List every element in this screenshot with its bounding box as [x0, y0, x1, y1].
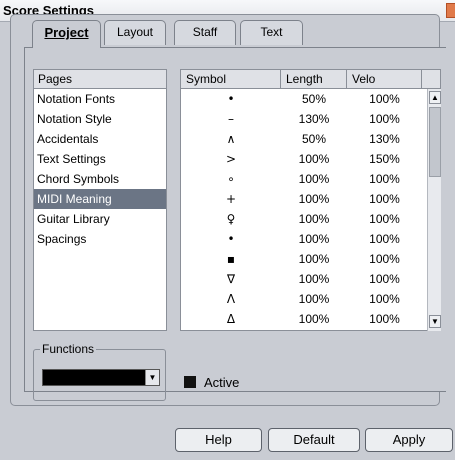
tab-staff-label: Staff	[192, 25, 218, 39]
close-icon[interactable]	[446, 3, 455, 18]
length-cell[interactable]: 50%	[281, 129, 347, 149]
table-scrollbar[interactable]: ▲ ▼	[427, 89, 441, 331]
velo-cell[interactable]: 130%	[347, 129, 422, 149]
tab-project-label: Project	[44, 25, 89, 40]
velo-cell[interactable]: 100%	[347, 269, 422, 289]
length-cell[interactable]: 100%	[281, 309, 347, 329]
pages-item-guitar-library[interactable]: Guitar Library	[34, 209, 166, 229]
column-header-velo[interactable]: Velo	[347, 70, 422, 88]
velo-cell[interactable]: 100%	[347, 89, 422, 109]
pages-item-text-settings[interactable]: Text Settings	[34, 149, 166, 169]
symbol-cell: ∧	[226, 132, 236, 146]
table-row[interactable]: >100% 150%	[181, 149, 440, 169]
table-row[interactable]: Δ 100% 100%	[181, 309, 440, 329]
help-button[interactable]: Help	[175, 428, 262, 452]
pages-item-midi-meaning[interactable]: MIDI Meaning	[34, 189, 166, 209]
velo-cell[interactable]: 100%	[347, 209, 422, 229]
velo-cell[interactable]: 100%	[347, 309, 422, 329]
table-row[interactable]: ∘ 100% 100%	[181, 169, 440, 189]
length-cell[interactable]: 100%	[281, 189, 347, 209]
symbol-cell: Λ	[226, 292, 236, 306]
symbol-cell: •	[227, 92, 235, 106]
velo-cell[interactable]: 100%	[347, 109, 422, 129]
pages-item-spacings[interactable]: Spacings	[34, 229, 166, 249]
tab-staff[interactable]: Staff	[174, 20, 236, 45]
velo-cell[interactable]: 100%	[347, 249, 422, 269]
functions-dropdown[interactable]: ▼	[42, 369, 160, 386]
symbol-cell: Δ	[226, 312, 236, 326]
symbol-cell: ∇	[226, 272, 236, 286]
length-cell[interactable]: 100%	[281, 249, 347, 269]
default-button[interactable]: Default	[268, 428, 360, 452]
length-cell[interactable]: 100%	[281, 169, 347, 189]
scroll-down-arrow-icon[interactable]: ▼	[429, 315, 441, 328]
length-cell[interactable]: 100%	[281, 289, 347, 309]
symbol-cell: •	[227, 232, 235, 246]
velo-cell[interactable]: 100%	[347, 189, 422, 209]
velo-cell[interactable]: 150%	[347, 149, 422, 169]
active-checkbox[interactable]	[184, 376, 196, 388]
tab-layout-label: Layout	[116, 25, 154, 39]
length-cell[interactable]: 50%	[281, 89, 347, 109]
pages-item-notation-fonts[interactable]: Notation Fonts	[34, 89, 166, 109]
table-row[interactable]: ∇ 100% 100%	[181, 269, 440, 289]
table-row[interactable]: – 130% 100%	[181, 109, 440, 129]
table-row[interactable]: • 50% 100%	[181, 89, 440, 109]
pages-item-accidentals[interactable]: Accidentals	[34, 129, 166, 149]
symbol-cell: >	[225, 152, 237, 166]
functions-label: Functions	[40, 342, 97, 356]
velo-cell[interactable]: 100%	[347, 169, 422, 189]
table-row[interactable]: Λ 100% 100%	[181, 289, 440, 309]
table-row[interactable]: ♀ 100% 100%	[181, 209, 440, 229]
tab-text[interactable]: Text	[240, 20, 303, 45]
scroll-thumb[interactable]	[429, 107, 441, 177]
tab-project[interactable]: Project	[32, 20, 101, 48]
length-cell[interactable]: 100%	[281, 209, 347, 229]
pages-header: Pages	[33, 69, 167, 89]
table-row[interactable]: +100% 100%	[181, 189, 440, 209]
symbol-cell: ♀	[226, 212, 236, 226]
symbol-cell: +	[225, 192, 237, 206]
apply-button[interactable]: Apply	[365, 428, 453, 452]
table-header: Symbol Length Velo	[180, 69, 441, 89]
active-label: Active	[204, 375, 240, 390]
length-cell[interactable]: 100%	[281, 269, 347, 289]
symbol-table[interactable]: • 50% 100% –130% 100% ∧ 50% 130% >100% 150% ∘ 1…	[180, 89, 441, 331]
velo-cell[interactable]: 100%	[347, 289, 422, 309]
tab-layout[interactable]: Layout	[104, 20, 166, 45]
velo-cell[interactable]: 100%	[347, 229, 422, 249]
length-cell[interactable]: 100%	[281, 229, 347, 249]
symbol-cell: ▪	[226, 252, 236, 266]
length-cell[interactable]: 130%	[281, 109, 347, 129]
symbol-cell: –	[228, 112, 234, 126]
column-header-length[interactable]: Length	[281, 70, 347, 88]
tab-text-label: Text	[260, 25, 283, 39]
table-row[interactable]: • 100% 100%	[181, 229, 440, 249]
symbol-cell: ∘	[227, 172, 235, 186]
pages-item-notation-style[interactable]: Notation Style	[34, 109, 166, 129]
pages-item-chord-symbols[interactable]: Chord Symbols	[34, 169, 166, 189]
pages-list[interactable]: Notation Fonts Notation Style Accidental…	[33, 89, 167, 331]
scroll-up-arrow-icon[interactable]: ▲	[429, 91, 441, 104]
column-header-symbol[interactable]: Symbol	[181, 70, 281, 88]
table-row[interactable]: ▪ 100% 100%	[181, 249, 440, 269]
length-cell[interactable]: 100%	[281, 149, 347, 169]
table-row[interactable]: ∧ 50% 130%	[181, 129, 440, 149]
chevron-down-icon[interactable]: ▼	[145, 370, 159, 385]
